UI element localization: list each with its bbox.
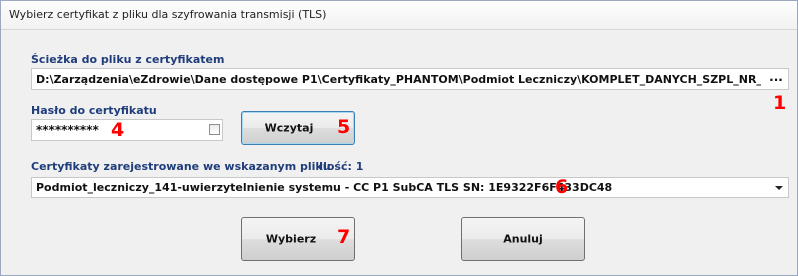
annotation-marker-5: 5 <box>337 116 351 138</box>
select-button-label: Wybierz <box>265 232 317 246</box>
path-label: Ścieżka do pliku z certyfikatem <box>31 53 225 66</box>
password-value: ********** <box>36 123 99 137</box>
cancel-button[interactable]: Anuluj <box>461 217 585 261</box>
certificate-path-value: D:\Zarządzenia\eZdrowie\Dane dostępowe P… <box>36 73 761 86</box>
annotation-marker-7: 7 <box>337 226 351 248</box>
selected-certificate: Podmiot_leczniczy_141-uwierzytelnienie s… <box>36 181 613 194</box>
certificates-label: Certyfikaty zarejestrowane we wskazanym … <box>31 160 331 173</box>
annotation-marker-6: 6 <box>555 176 569 198</box>
chevron-down-icon[interactable] <box>772 183 786 193</box>
window-title: Wybierz certyfikat z pliku dla szyfrowan… <box>9 8 327 21</box>
load-button-label: Wczytaj <box>264 121 314 135</box>
certificate-path-field[interactable]: D:\Zarządzenia\eZdrowie\Dane dostępowe P… <box>31 68 789 90</box>
annotation-marker-4: 4 <box>111 119 125 141</box>
annotation-marker-1: 1 <box>773 92 787 114</box>
certificate-count: Ilość: 1 <box>319 160 364 173</box>
certificate-dialog: Wybierz certyfikat z pliku dla szyfrowan… <box>0 0 798 276</box>
show-password-checkbox[interactable] <box>209 124 220 135</box>
password-label: Hasło do certyfikatu <box>31 104 157 117</box>
browse-button[interactable]: ... <box>764 69 788 89</box>
cancel-button-label: Anuluj <box>503 232 543 246</box>
certificate-select[interactable]: Podmiot_leczniczy_141-uwierzytelnienie s… <box>31 177 789 198</box>
title-bar[interactable]: Wybierz certyfikat z pliku dla szyfrowan… <box>1 1 797 30</box>
password-field[interactable]: ********** <box>31 119 223 141</box>
